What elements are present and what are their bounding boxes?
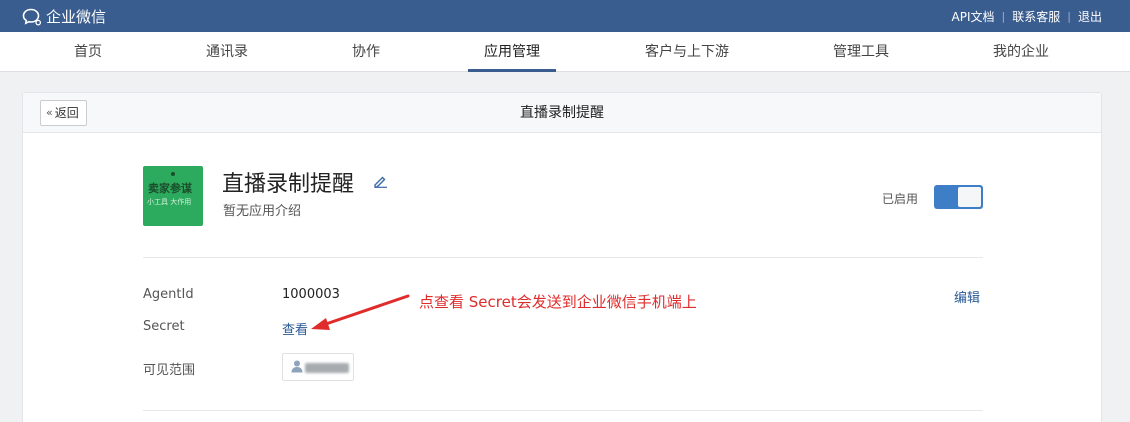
edit-link[interactable]: 编辑 bbox=[954, 287, 980, 306]
status-label: 已启用 bbox=[882, 192, 919, 206]
logout-link[interactable]: 退出 bbox=[1078, 8, 1102, 25]
user-icon bbox=[291, 360, 303, 373]
logo-tagline: 小工具 大作用 bbox=[147, 198, 192, 206]
link-separator: | bbox=[1001, 9, 1006, 23]
visible-scope-member[interactable] bbox=[282, 353, 354, 381]
app-logo: 卖家参谋 小工具 大作用 bbox=[143, 166, 203, 226]
secret-label: Secret bbox=[143, 319, 185, 334]
divider bbox=[143, 410, 983, 411]
pencil-icon[interactable] bbox=[373, 174, 389, 188]
logo-dot bbox=[171, 172, 175, 176]
logo-text: 企业微信 bbox=[46, 8, 107, 26]
annotation-text: 点查看 Secret会发送到企业微信手机端上 bbox=[419, 293, 697, 311]
toggle-knob bbox=[958, 187, 981, 207]
nav-my-enterprise[interactable]: 我的企业 bbox=[993, 32, 1049, 72]
api-docs-link[interactable]: API文档 bbox=[952, 8, 995, 25]
nav-admin-tools[interactable]: 管理工具 bbox=[833, 32, 889, 72]
nav-app-management[interactable]: 应用管理 bbox=[468, 32, 556, 72]
nav-contacts[interactable]: 通讯录 bbox=[206, 32, 248, 72]
link-separator: | bbox=[1067, 9, 1071, 23]
nav-collaboration[interactable]: 协作 bbox=[352, 32, 380, 72]
top-links: API文档 | 联系客服 | 退出 bbox=[952, 0, 1102, 32]
top-bar: 企业微信 API文档 | 联系客服 | 退出 bbox=[0, 0, 1130, 32]
app-description: 暂无应用介绍 bbox=[223, 204, 302, 219]
app-detail-card: « 返回 直播录制提醒 卖家参谋 小工具 大作用 直播录制提醒 暂无应用介绍 已… bbox=[22, 92, 1102, 422]
nav-home[interactable]: 首页 bbox=[74, 32, 102, 72]
app-name: 直播录制提醒 bbox=[222, 172, 355, 197]
annotation-arrow-icon bbox=[311, 294, 410, 330]
nav-customers-partners[interactable]: 客户与上下游 bbox=[645, 32, 729, 72]
main-nav: 首页 通讯录 协作 应用管理 客户与上下游 管理工具 我的企业 bbox=[0, 32, 1130, 72]
wecom-logo[interactable]: 企业微信 bbox=[22, 6, 106, 27]
logo-brand-text: 卖家参谋 bbox=[148, 182, 192, 195]
divider bbox=[143, 257, 983, 258]
card-header: « 返回 直播录制提醒 bbox=[23, 93, 1101, 133]
redacted-name bbox=[305, 363, 349, 373]
contact-support-link[interactable]: 联系客服 bbox=[1012, 8, 1060, 25]
agentid-label: AgentId bbox=[143, 287, 194, 302]
visible-scope-label: 可见范围 bbox=[143, 363, 196, 378]
chat-bubble-icon bbox=[22, 8, 42, 25]
enable-toggle[interactable] bbox=[934, 185, 983, 209]
page-title: 直播录制提醒 bbox=[520, 105, 604, 121]
